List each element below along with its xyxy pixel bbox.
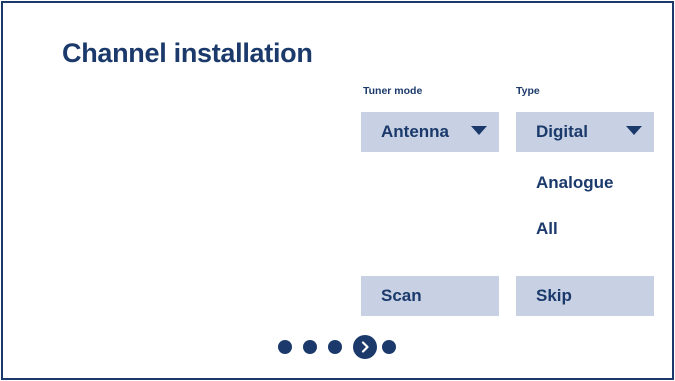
scan-button[interactable]: Scan: [361, 276, 499, 316]
scan-button-label: Scan: [381, 286, 422, 305]
type-label: Type: [516, 85, 540, 97]
chevron-right-icon: [361, 341, 369, 353]
tuner-mode-label: Tuner mode: [363, 85, 423, 97]
type-option-all[interactable]: All: [536, 219, 558, 239]
type-value: Digital: [536, 122, 588, 141]
next-step-button[interactable]: [353, 335, 377, 359]
step-indicator: [278, 335, 407, 359]
type-dropdown[interactable]: Digital: [516, 112, 654, 152]
step-dot: [328, 340, 342, 354]
tuner-mode-value: Antenna: [381, 122, 449, 141]
step-dot: [382, 340, 396, 354]
page-title: Channel installation: [62, 38, 313, 68]
caret-down-icon: [471, 126, 487, 135]
skip-button-label: Skip: [536, 286, 572, 305]
type-option-analogue[interactable]: Analogue: [536, 173, 613, 193]
step-dot: [278, 340, 292, 354]
caret-down-icon: [626, 126, 642, 135]
skip-button[interactable]: Skip: [516, 276, 654, 316]
tuner-mode-dropdown[interactable]: Antenna: [361, 112, 499, 152]
step-dot: [303, 340, 317, 354]
